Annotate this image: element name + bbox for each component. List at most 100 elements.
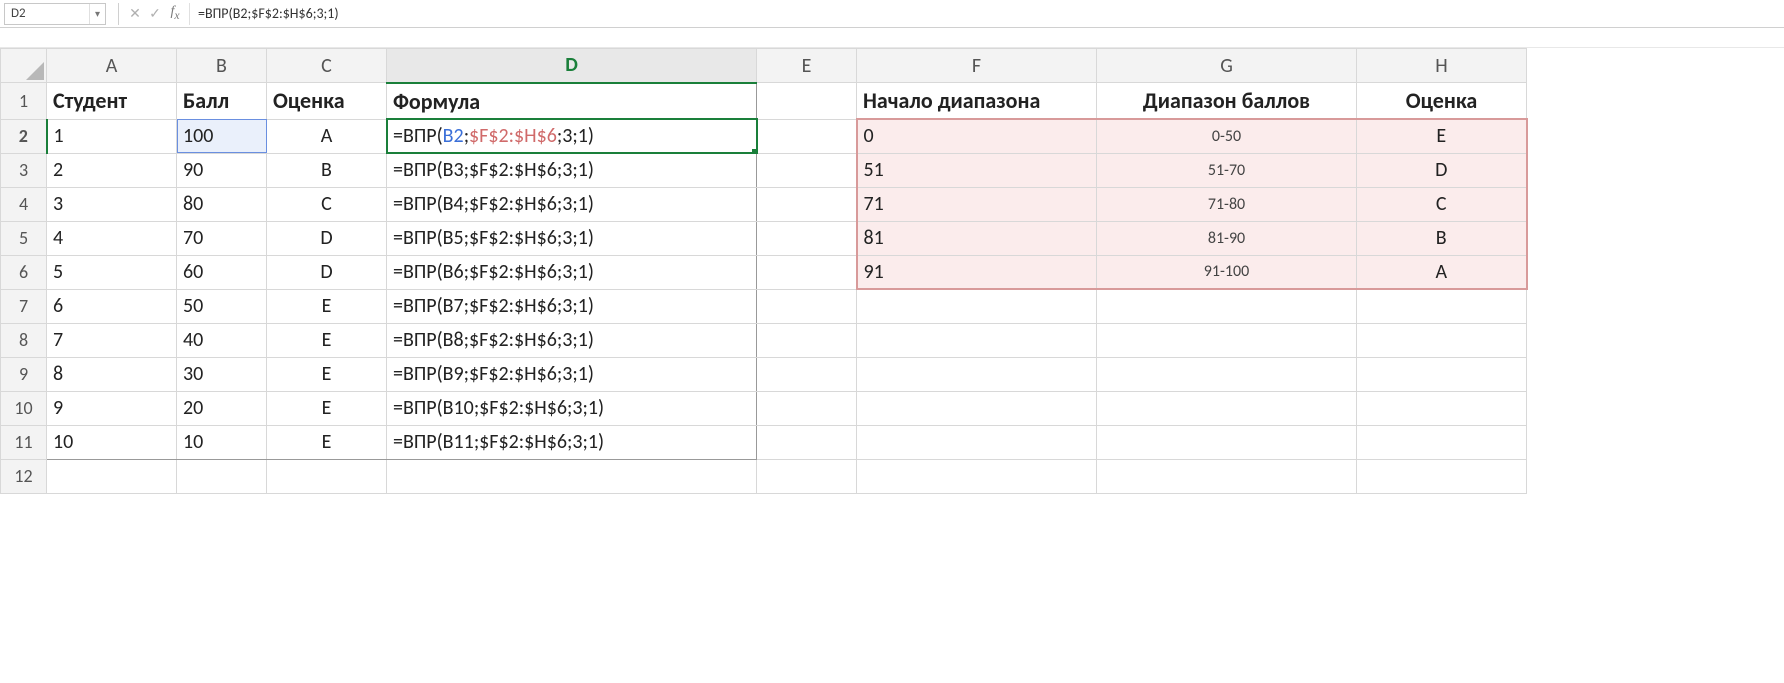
cell-D2[interactable]: =ВПР(B2;$F$2:$H$6;3;1) — [387, 119, 757, 153]
cell-F2[interactable]: 0 — [857, 119, 1097, 153]
cell-F10[interactable] — [857, 391, 1097, 425]
cell-G9[interactable] — [1097, 357, 1357, 391]
cell-H6[interactable]: A — [1357, 255, 1527, 289]
cell-C6[interactable]: D — [267, 255, 387, 289]
cell-A8[interactable]: 7 — [47, 323, 177, 357]
cell-D7[interactable]: =ВПР(B7;$F$2:$H$6;3;1) — [387, 289, 757, 323]
cell-D5[interactable]: =ВПР(B5;$F$2:$H$6;3;1) — [387, 221, 757, 255]
cell-G12[interactable] — [1097, 459, 1357, 493]
formula-bar-input[interactable]: =ВПР(B2;$F$2:$H$6;3;1) — [189, 3, 1784, 25]
cell-F5[interactable]: 81 — [857, 221, 1097, 255]
cell-D12[interactable] — [387, 459, 757, 493]
row-header-10[interactable]: 10 — [1, 391, 47, 425]
spreadsheet-grid[interactable]: A B C D E F G H 1 Студент Балл Оценка Фо… — [0, 48, 1528, 494]
cell-H10[interactable] — [1357, 391, 1527, 425]
cell-B8[interactable]: 40 — [177, 323, 267, 357]
cell-F6[interactable]: 91 — [857, 255, 1097, 289]
cell-D8[interactable]: =ВПР(B8;$F$2:$H$6;3;1) — [387, 323, 757, 357]
cell-G3[interactable]: 51-70 — [1097, 153, 1357, 187]
cell-A12[interactable] — [47, 459, 177, 493]
cell-D9[interactable]: =ВПР(B9;$F$2:$H$6;3;1) — [387, 357, 757, 391]
cell-H2[interactable]: E — [1357, 119, 1527, 153]
cell-B5[interactable]: 70 — [177, 221, 267, 255]
select-all-corner[interactable] — [1, 49, 47, 83]
cell-E1[interactable] — [757, 83, 857, 120]
cell-H5[interactable]: B — [1357, 221, 1527, 255]
cell-E9[interactable] — [757, 357, 857, 391]
row-header-8[interactable]: 8 — [1, 323, 47, 357]
cell-H4[interactable]: C — [1357, 187, 1527, 221]
cell-G11[interactable] — [1097, 425, 1357, 459]
cell-H3[interactable]: D — [1357, 153, 1527, 187]
cell-G10[interactable] — [1097, 391, 1357, 425]
row-header-6[interactable]: 6 — [1, 255, 47, 289]
cell-C11[interactable]: E — [267, 425, 387, 459]
cell-C12[interactable] — [267, 459, 387, 493]
cell-F8[interactable] — [857, 323, 1097, 357]
cell-F12[interactable] — [857, 459, 1097, 493]
row-header-9[interactable]: 9 — [1, 357, 47, 391]
cell-H9[interactable] — [1357, 357, 1527, 391]
cell-C5[interactable]: D — [267, 221, 387, 255]
cell-D4[interactable]: =ВПР(B4;$F$2:$H$6;3;1) — [387, 187, 757, 221]
cell-B1[interactable]: Балл — [177, 83, 267, 120]
row-header-4[interactable]: 4 — [1, 187, 47, 221]
col-header-E[interactable]: E — [757, 49, 857, 83]
cell-B6[interactable]: 60 — [177, 255, 267, 289]
cell-F11[interactable] — [857, 425, 1097, 459]
cell-C10[interactable]: E — [267, 391, 387, 425]
cell-E10[interactable] — [757, 391, 857, 425]
cell-H8[interactable] — [1357, 323, 1527, 357]
name-box-dropdown-icon[interactable]: ▾ — [89, 4, 105, 24]
cell-A3[interactable]: 2 — [47, 153, 177, 187]
row-header-7[interactable]: 7 — [1, 289, 47, 323]
row-header-2[interactable]: 2 — [1, 119, 47, 153]
cell-A5[interactable]: 4 — [47, 221, 177, 255]
cell-A11[interactable]: 10 — [47, 425, 177, 459]
cell-E6[interactable] — [757, 255, 857, 289]
cell-H1[interactable]: Оценка — [1357, 83, 1527, 120]
cell-C4[interactable]: C — [267, 187, 387, 221]
row-header-12[interactable]: 12 — [1, 459, 47, 493]
row-header-5[interactable]: 5 — [1, 221, 47, 255]
cell-G8[interactable] — [1097, 323, 1357, 357]
cell-E2[interactable] — [757, 119, 857, 153]
cell-H12[interactable] — [1357, 459, 1527, 493]
row-header-11[interactable]: 11 — [1, 425, 47, 459]
cell-F7[interactable] — [857, 289, 1097, 323]
cell-D3[interactable]: =ВПР(B3;$F$2:$H$6;3;1) — [387, 153, 757, 187]
row-header-1[interactable]: 1 — [1, 83, 47, 120]
cell-A9[interactable]: 8 — [47, 357, 177, 391]
cell-C2[interactable]: A — [267, 119, 387, 153]
cell-E8[interactable] — [757, 323, 857, 357]
cell-A2[interactable]: 1 — [47, 119, 177, 153]
col-header-H[interactable]: H — [1357, 49, 1527, 83]
cell-A4[interactable]: 3 — [47, 187, 177, 221]
cell-E11[interactable] — [757, 425, 857, 459]
cell-A7[interactable]: 6 — [47, 289, 177, 323]
cell-B11[interactable]: 10 — [177, 425, 267, 459]
cell-F9[interactable] — [857, 357, 1097, 391]
cell-C9[interactable]: E — [267, 357, 387, 391]
cell-E3[interactable] — [757, 153, 857, 187]
cell-D11[interactable]: =ВПР(B11;$F$2:$H$6;3;1) — [387, 425, 757, 459]
cell-F4[interactable]: 71 — [857, 187, 1097, 221]
enter-icon[interactable]: ✓ — [145, 3, 165, 25]
cell-D10[interactable]: =ВПР(B10;$F$2:$H$6;3;1) — [387, 391, 757, 425]
cell-D6[interactable]: =ВПР(B6;$F$2:$H$6;3;1) — [387, 255, 757, 289]
name-box[interactable]: D2 — [5, 4, 89, 24]
cell-G5[interactable]: 81-90 — [1097, 221, 1357, 255]
cell-G6[interactable]: 91-100 — [1097, 255, 1357, 289]
cell-H11[interactable] — [1357, 425, 1527, 459]
cell-B7[interactable]: 50 — [177, 289, 267, 323]
cell-B12[interactable] — [177, 459, 267, 493]
cell-C7[interactable]: E — [267, 289, 387, 323]
cell-G1[interactable]: Диапазон баллов — [1097, 83, 1357, 120]
col-header-B[interactable]: B — [177, 49, 267, 83]
cell-F1[interactable]: Начало диапазона — [857, 83, 1097, 120]
cell-B3[interactable]: 90 — [177, 153, 267, 187]
cell-B10[interactable]: 20 — [177, 391, 267, 425]
cell-B2[interactable]: 100 — [177, 119, 267, 153]
cell-C1[interactable]: Оценка — [267, 83, 387, 120]
cell-G2[interactable]: 0-50 — [1097, 119, 1357, 153]
